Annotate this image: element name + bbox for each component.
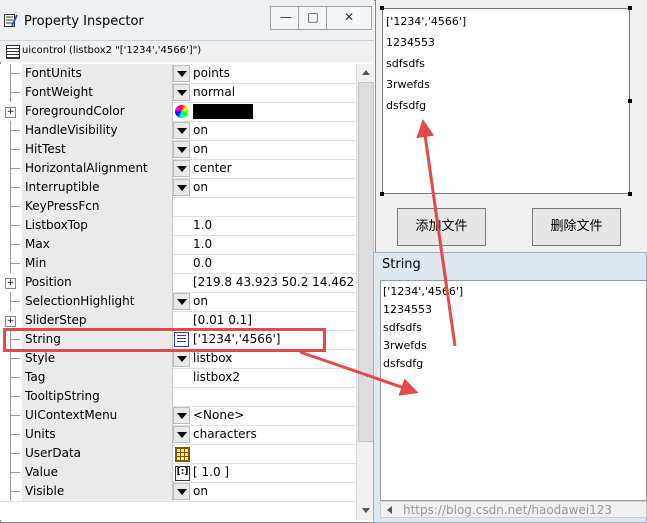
annotation-arrows [299,119,457,396]
arrow-to-listbox [416,119,457,347]
arrow-to-string-dialog [299,350,419,396]
